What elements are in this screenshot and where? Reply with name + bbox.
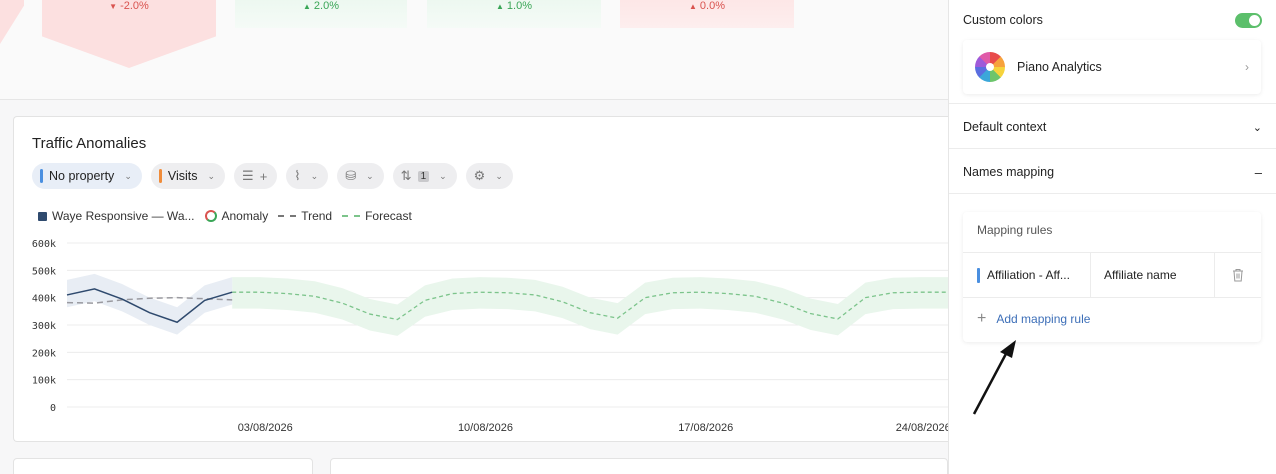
plus-icon: + [977, 310, 987, 327]
default-context-label: Default context [963, 120, 1047, 134]
mapping-rules-title: Mapping rules [977, 223, 1053, 237]
names-mapping-row[interactable]: Names mapping – [963, 163, 1262, 181]
anomaly-icon [204, 210, 217, 222]
traffic-anomalies-card: Traffic Anomalies No property ⌄ Visits ⌄… [13, 116, 948, 442]
divider [949, 193, 1276, 194]
legend-forecast-label: Forecast [365, 209, 412, 223]
x-tick-label: 03/08/2026 [238, 422, 293, 434]
kpi-value-1: ▼ -2.0% [109, 0, 149, 12]
x-tick-label: 24/08/2026 [896, 422, 948, 434]
sort-icon: ⇅ [400, 168, 412, 183]
names-mapping-label: Names mapping [963, 165, 1055, 179]
mapping-rule-row: Affiliation - Aff... Affiliate name [963, 252, 1261, 298]
trash-icon [1233, 269, 1243, 282]
y-tick-label: 600k [32, 239, 56, 250]
card-title: Traffic Anomalies [32, 135, 147, 152]
chevron-down-icon: ⌄ [1252, 121, 1262, 134]
legend-anomaly-label: Anomaly [221, 209, 269, 223]
y-tick-label: 100k [32, 376, 56, 387]
chart-toolbar: No property ⌄ Visits ⌄ ☰ + ⌇ ⌄ ⛁ ⌄ ⇅ 1 ⌄… [32, 163, 513, 189]
divider [949, 148, 1276, 149]
default-context-row[interactable]: Default context ⌄ [963, 118, 1262, 136]
legend-series-label: Waye Responsive — Wa... [52, 209, 195, 223]
chevron-down-icon: ⌄ [439, 170, 447, 181]
rule-color-bar [977, 267, 980, 283]
property-color-bar [40, 169, 43, 183]
y-tick-label: 0 [50, 403, 56, 414]
kpi-value-2[interactable]: ▲ 2.0% [235, 0, 407, 28]
y-tick-label: 400k [32, 294, 56, 305]
collapse-icon: – [1254, 164, 1262, 180]
metric-selector[interactable]: Visits ⌄ [150, 163, 226, 189]
legend-trend-label: Trend [301, 209, 333, 223]
chevron-down-icon: ⌄ [124, 170, 132, 181]
arrow-down-icon: ▼ [109, 2, 118, 11]
add-mapping-rule-label: Add mapping rule [996, 312, 1091, 326]
property-label: No property [49, 169, 115, 183]
plus-icon: + [259, 168, 268, 184]
rule-source-field[interactable]: Affiliation - Aff... [963, 253, 1091, 297]
bottom-card-right [330, 458, 948, 474]
arrow-up-icon: ▲ [496, 2, 504, 11]
legend-series[interactable]: Waye Responsive — Wa... [38, 209, 195, 223]
add-mapping-rule-button[interactable]: + Add mapping rule [977, 310, 1090, 328]
divider [949, 103, 1276, 104]
filter-icon: ☰ [242, 168, 254, 183]
x-tick-label: 17/08/2026 [678, 422, 733, 434]
palette-name: Piano Analytics [1017, 60, 1102, 74]
chevron-down-icon: ⌄ [495, 170, 503, 181]
y-tick-label: 500k [32, 266, 56, 277]
line-chart-icon: ⌇ [294, 168, 301, 183]
custom-colors-label: Custom colors [963, 13, 1043, 27]
kpi-value-4[interactable]: ▲ 0.0% [620, 0, 794, 28]
y-tick-label: 200k [32, 348, 56, 359]
kpi-strip: ▼ -2.0% ▲ 2.0% ▲ 1.0% ▲ 0.0% [0, 0, 948, 100]
sort-count-badge: 1 [417, 170, 430, 182]
forecast-band [232, 277, 948, 336]
forecast-dash-icon [342, 215, 361, 217]
x-tick-label: 10/08/2026 [458, 422, 513, 434]
arrow-up-icon: ▲ [689, 2, 697, 11]
rule-target-field[interactable]: Affiliate name [1091, 253, 1215, 297]
chevron-down-icon: ⌄ [207, 170, 216, 181]
metric-label: Visits [167, 169, 198, 183]
series-swatch [38, 211, 47, 221]
bottom-card-left [13, 458, 313, 474]
filter-button[interactable]: ☰ + [234, 163, 278, 189]
trend-dash-icon [278, 215, 297, 217]
chart-legend: Waye Responsive — Wa... Anomaly Trend Fo… [38, 209, 412, 223]
settings-button[interactable]: ⚙ ⌄ [465, 163, 513, 189]
sort-button[interactable]: ⇅ 1 ⌄ [392, 163, 457, 189]
custom-colors-row: Custom colors [963, 12, 1262, 28]
chevron-down-icon: ⌄ [310, 170, 319, 181]
chevron-right-icon: › [1245, 60, 1249, 74]
custom-colors-toggle[interactable] [1235, 12, 1262, 28]
kpi-tile-edge [0, 0, 24, 44]
data-source-button[interactable]: ⛁ ⌄ [337, 163, 384, 189]
y-tick-label: 300k [32, 321, 56, 332]
delete-rule-button[interactable] [1215, 253, 1261, 297]
rule-source-label: Affiliation - Aff... [987, 268, 1070, 282]
chevron-down-icon: ⌄ [366, 170, 374, 181]
legend-anomaly[interactable]: Anomaly [204, 209, 269, 223]
traffic-chart[interactable]: 600k 500k 400k 300k 200k 100k 0 03/08/2026 10/08… [14, 237, 948, 443]
legend-forecast[interactable]: Forecast [342, 209, 412, 223]
annotation-arrow-icon [972, 340, 1016, 415]
rule-target-label: Affiliate name [1104, 268, 1177, 282]
legend-trend[interactable]: Trend [278, 209, 332, 223]
metric-color-bar [158, 169, 162, 183]
kpi-value-3[interactable]: ▲ 1.0% [427, 0, 601, 28]
gear-icon: ⚙ [473, 168, 486, 183]
mapping-rules-box: Mapping rules Affiliation - Aff... Affil… [963, 212, 1261, 342]
color-wheel-icon [975, 52, 1005, 82]
chart-type-button[interactable]: ⌇ ⌄ [286, 163, 329, 189]
arrow-up-icon: ▲ [303, 2, 311, 11]
database-icon: ⛁ [345, 168, 357, 183]
color-palette-selector[interactable]: Piano Analytics › [963, 40, 1261, 94]
property-selector[interactable]: No property ⌄ [32, 163, 142, 189]
